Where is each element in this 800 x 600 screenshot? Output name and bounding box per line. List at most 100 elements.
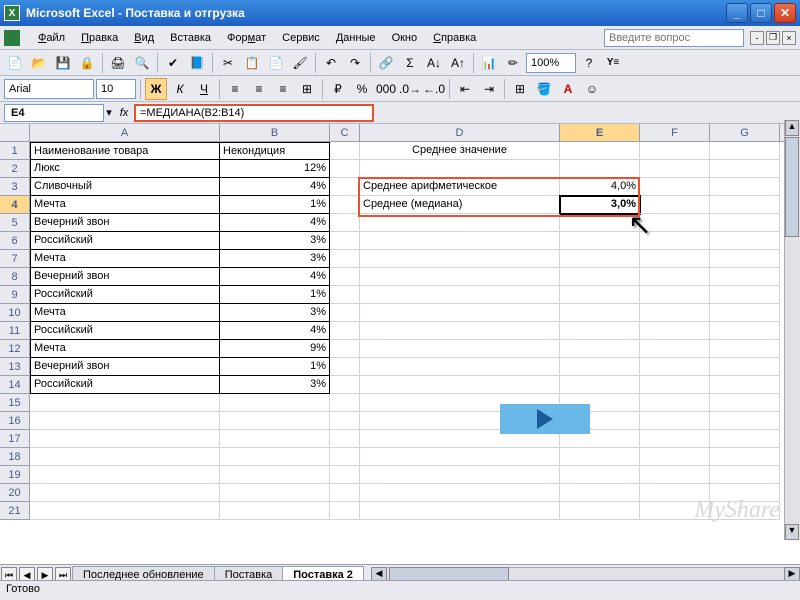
cell-B20[interactable] (220, 484, 330, 502)
redo-icon[interactable]: ↷ (344, 52, 366, 74)
cell-D20[interactable] (360, 484, 560, 502)
row-header[interactable]: 11 (0, 322, 30, 340)
cell-C10[interactable] (330, 304, 360, 322)
row-header[interactable]: 2 (0, 160, 30, 178)
cell-E19[interactable] (560, 466, 640, 484)
cell-A6[interactable]: Российский (30, 232, 220, 250)
help-icon[interactable]: ? (578, 52, 600, 74)
cell-D18[interactable] (360, 448, 560, 466)
row-header[interactable]: 14 (0, 376, 30, 394)
cell-D3[interactable]: Среднее арифметическое (360, 178, 560, 196)
col-header-c[interactable]: C (330, 124, 360, 141)
cell-D14[interactable] (360, 376, 560, 394)
cell-E5[interactable] (560, 214, 640, 232)
cell-B4[interactable]: 1% (220, 196, 330, 214)
format-painter-icon[interactable]: 🖌 (289, 52, 311, 74)
menu-tools[interactable]: Сервис (274, 29, 328, 47)
cell-B8[interactable]: 4% (220, 268, 330, 286)
cell-D9[interactable] (360, 286, 560, 304)
cell-B19[interactable] (220, 466, 330, 484)
cell-F10[interactable] (640, 304, 710, 322)
cell-G4[interactable] (710, 196, 780, 214)
copy-icon[interactable]: 📋 (241, 52, 263, 74)
cell-F17[interactable] (640, 430, 710, 448)
row-header[interactable]: 16 (0, 412, 30, 430)
cell-G1[interactable] (710, 142, 780, 160)
cell-D11[interactable] (360, 322, 560, 340)
cell-G14[interactable] (710, 376, 780, 394)
cell-C17[interactable] (330, 430, 360, 448)
cell-G15[interactable] (710, 394, 780, 412)
cell-D4[interactable]: Среднее (медиана) (360, 196, 560, 214)
maximize-button[interactable]: □ (750, 3, 772, 23)
help-search-input[interactable] (604, 29, 744, 47)
cell-E20[interactable] (560, 484, 640, 502)
cell-C4[interactable] (330, 196, 360, 214)
chart-icon[interactable]: 📊 (478, 52, 500, 74)
preview-icon[interactable]: 🔍 (131, 52, 153, 74)
cell-D13[interactable] (360, 358, 560, 376)
cell-E4[interactable]: 3,0% (560, 196, 640, 214)
cell-B3[interactable]: 4% (220, 178, 330, 196)
cell-E3[interactable]: 4,0% (560, 178, 640, 196)
cell-D1[interactable]: Среднее значение (360, 142, 560, 160)
row-header[interactable]: 19 (0, 466, 30, 484)
row-header[interactable]: 20 (0, 484, 30, 502)
cell-A7[interactable]: Мечта (30, 250, 220, 268)
cell-F14[interactable] (640, 376, 710, 394)
cell-E18[interactable] (560, 448, 640, 466)
cell-B5[interactable]: 4% (220, 214, 330, 232)
col-header-a[interactable]: A (30, 124, 220, 141)
document-icon[interactable] (4, 30, 20, 46)
cell-B7[interactable]: 3% (220, 250, 330, 268)
cell-D19[interactable] (360, 466, 560, 484)
scroll-left-button[interactable]: ◀ (371, 567, 387, 581)
zoom-select[interactable] (526, 53, 576, 73)
spell-icon[interactable]: ✔ (162, 52, 184, 74)
menu-help[interactable]: Справка (425, 29, 484, 47)
row-header[interactable]: 13 (0, 358, 30, 376)
fx-label[interactable]: fx (114, 107, 134, 119)
cell-C21[interactable] (330, 502, 360, 520)
row-header[interactable]: 17 (0, 430, 30, 448)
menu-insert[interactable]: Вставка (162, 29, 219, 47)
cell-C1[interactable] (330, 142, 360, 160)
cell-B21[interactable] (220, 502, 330, 520)
doc-minimize-button[interactable]: - (750, 31, 764, 45)
menu-format[interactable]: Формат (219, 29, 274, 47)
cell-D10[interactable] (360, 304, 560, 322)
undo-icon[interactable]: ↶ (320, 52, 342, 74)
cell-A14[interactable]: Российский (30, 376, 220, 394)
cell-B17[interactable] (220, 430, 330, 448)
research-icon[interactable]: 📘 (186, 52, 208, 74)
cell-B18[interactable] (220, 448, 330, 466)
cell-F19[interactable] (640, 466, 710, 484)
cell-F9[interactable] (640, 286, 710, 304)
row-header[interactable]: 9 (0, 286, 30, 304)
underline-button[interactable]: Ч (193, 78, 215, 100)
cell-F8[interactable] (640, 268, 710, 286)
scroll-up-button[interactable]: ▲ (785, 120, 799, 136)
cell-G10[interactable] (710, 304, 780, 322)
row-header[interactable]: 7 (0, 250, 30, 268)
cell-E8[interactable] (560, 268, 640, 286)
row-header[interactable]: 18 (0, 448, 30, 466)
col-header-e[interactable]: E (560, 124, 640, 141)
scroll-down-button[interactable]: ▼ (785, 524, 799, 540)
cell-A16[interactable] (30, 412, 220, 430)
cell-C5[interactable] (330, 214, 360, 232)
cell-E13[interactable] (560, 358, 640, 376)
size-select[interactable] (96, 79, 136, 99)
cell-G3[interactable] (710, 178, 780, 196)
cell-F6[interactable] (640, 232, 710, 250)
minimize-button[interactable]: _ (726, 3, 748, 23)
cell-A11[interactable]: Российский (30, 322, 220, 340)
inc-indent-icon[interactable]: ⇥ (478, 78, 500, 100)
cell-E6[interactable] (560, 232, 640, 250)
row-header[interactable]: 8 (0, 268, 30, 286)
permission-icon[interactable]: 🔒 (76, 52, 98, 74)
cell-D8[interactable] (360, 268, 560, 286)
autosum-icon[interactable]: Σ (399, 52, 421, 74)
dec-decimal-icon[interactable]: ←.0 (423, 78, 445, 100)
cell-B2[interactable]: 12% (220, 160, 330, 178)
